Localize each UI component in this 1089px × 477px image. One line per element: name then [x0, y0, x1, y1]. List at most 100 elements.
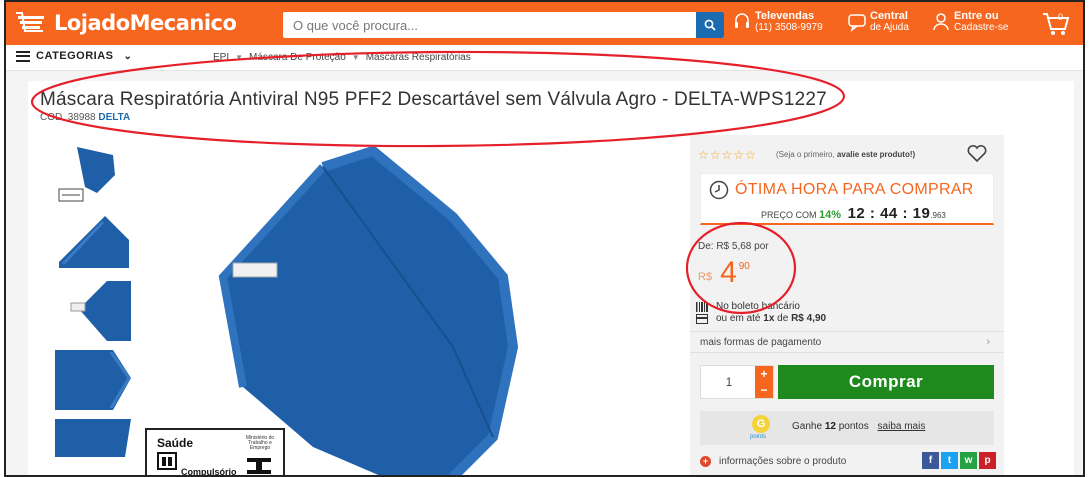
rating-stars[interactable]: ☆☆☆☆☆ — [698, 148, 757, 162]
installment-row: ou em até 1x de R$ 4,90 — [696, 313, 826, 324]
product-code-number: COD. 38988 — [40, 112, 96, 123]
thumbnail-1[interactable] — [55, 141, 131, 205]
logo-cart-icon — [16, 11, 50, 35]
installment-prefix: ou em até — [716, 313, 761, 324]
rating-text-prefix: (Seja o primeiro, — [776, 150, 835, 159]
seal-sub: Compulsório — [181, 467, 237, 477]
quantity-stepper: + − — [700, 365, 774, 399]
plus-circle-icon: + — [700, 456, 711, 467]
more-payment-options[interactable]: mais formas de pagamento › — [690, 331, 1004, 353]
points-learn-more-link[interactable]: saiba mais — [878, 421, 926, 432]
breadcrumb-item-epi[interactable]: EPI — [213, 52, 229, 63]
quantity-decrease-button[interactable]: − — [755, 382, 773, 398]
breadcrumb-item-mascaras-respiratorias[interactable]: Máscaras Respiratórias — [366, 52, 471, 63]
clock-icon — [709, 180, 729, 200]
logo-text: LojadoMecanico — [54, 11, 237, 35]
thumbnail-list — [55, 141, 131, 475]
main-content: Máscara Respiratória Antiviral N95 PFF2 … — [6, 71, 1083, 477]
televendas-title: Televendas — [755, 10, 815, 22]
chevron-down-icon: ⌄ — [123, 50, 133, 62]
rating-text-cta: avalie este produto!) — [836, 150, 916, 159]
browser-page: LojadoMecanico Televendas (11) 3508-9979… — [4, 0, 1085, 477]
seal-title: Saúde — [157, 436, 194, 450]
televendas-link[interactable]: Televendas (11) 3508-9979 — [733, 11, 823, 33]
installment-mid: de — [777, 313, 789, 324]
boleto-row: No boleto bancário — [696, 301, 800, 312]
more-payment-label: mais formas de pagamento — [700, 337, 822, 348]
countdown-ms: .963 — [930, 211, 946, 220]
pinterest-icon[interactable]: p — [979, 452, 996, 469]
quantity-input[interactable] — [701, 366, 757, 398]
login-sub: Cadastre-se — [954, 22, 1009, 33]
help-center-link[interactable]: Central de Ajuda — [848, 11, 909, 33]
points-text: Ganhe 12 pontos saiba mais — [792, 421, 925, 432]
heart-icon[interactable] — [966, 143, 988, 163]
points-brand-label: points — [750, 434, 767, 440]
cart-count: 0 — [1058, 12, 1063, 22]
chevron-right-icon: › — [986, 336, 990, 348]
quantity-increase-button[interactable]: + — [755, 366, 773, 382]
product-card: Máscara Respiratória Antiviral N95 PFF2 … — [28, 81, 1074, 477]
points-coin-icon: G — [752, 415, 770, 433]
seal-emblem-icon — [157, 452, 177, 470]
best-time-to-buy-box: ÓTIMA HORA PARA COMPRAR PREÇO COM 14% 12… — [700, 173, 994, 225]
search-box — [283, 12, 724, 38]
share-buttons: f t w p — [922, 452, 996, 469]
current-price: R$ 4 90 — [698, 257, 750, 289]
buy-button[interactable]: Comprar — [778, 365, 994, 399]
product-info-label: informações sobre o produto — [719, 456, 847, 467]
points-box: G points Ganhe 12 pontos saiba mais — [700, 411, 994, 445]
login-title: Entre ou — [954, 10, 999, 22]
cart-button[interactable]: 0 — [1041, 9, 1071, 37]
installment-value: R$ 4,90 — [791, 313, 827, 324]
site-header: LojadoMecanico Televendas (11) 3508-9979… — [6, 2, 1083, 45]
price-decimal: 90 — [738, 261, 750, 272]
thumbnail-4[interactable] — [55, 348, 131, 412]
breadcrumb-dropdown-icon: ▼ — [235, 53, 244, 62]
countdown-timer: 12 : 44 : 19 — [847, 205, 931, 222]
inmetro-seal: Saúde Ministério do Trabalho e Emprego C… — [145, 428, 285, 477]
search-input[interactable] — [283, 12, 693, 38]
category-bar: CATEGORIAS ⌄ EPI ▼ Máscara De Proteção ▼… — [6, 45, 1083, 71]
whatsapp-icon[interactable]: w — [960, 452, 977, 469]
credit-card-icon — [696, 313, 708, 324]
installment-count: 1x — [763, 313, 775, 324]
countdown-line: PREÇO COM 14% 12 : 44 : 19.963 — [761, 205, 946, 222]
breadcrumb-dropdown-icon: ▼ — [351, 53, 360, 62]
login-link[interactable]: Entre ou Cadastre-se — [932, 11, 1008, 33]
barcode-icon — [696, 301, 708, 312]
price-integer: 4 — [720, 256, 737, 289]
breadcrumb: EPI ▼ Máscara De Proteção ▼ Máscaras Res… — [213, 52, 471, 63]
hamburger-icon — [16, 50, 30, 62]
thumbnail-3[interactable] — [55, 279, 131, 343]
best-time-title: ÓTIMA HORA PARA COMPRAR — [709, 180, 974, 200]
product-brand-link[interactable]: DELTA — [98, 112, 130, 123]
site-logo[interactable]: LojadoMecanico — [16, 8, 237, 38]
product-title: Máscara Respiratória Antiviral N95 PFF2 … — [40, 89, 827, 110]
categories-menu-button[interactable]: CATEGORIAS ⌄ — [16, 50, 132, 62]
points-value: 12 — [824, 421, 836, 432]
chat-bubble-icon — [848, 14, 866, 32]
twitter-icon[interactable]: t — [941, 452, 958, 469]
help-center-title: Central — [870, 10, 908, 22]
product-info-link[interactable]: + informações sobre o produto — [700, 456, 846, 467]
old-price: De: R$ 5,68 por — [698, 241, 769, 252]
seal-ministry: Ministério do Trabalho e Emprego — [245, 435, 275, 451]
headset-icon — [735, 13, 749, 28]
discount-percent: 14% — [819, 209, 842, 221]
thumbnail-5[interactable] — [55, 417, 131, 475]
purchase-panel: ☆☆☆☆☆ (Seja o primeiro, avalie este prod… — [690, 135, 1004, 475]
search-icon — [704, 19, 716, 31]
boleto-text: No boleto bancário — [716, 301, 800, 312]
best-time-title-text: ÓTIMA HORA PARA COMPRAR — [735, 181, 974, 198]
breadcrumb-item-mascara-protecao[interactable]: Máscara De Proteção — [249, 52, 346, 63]
facebook-icon[interactable]: f — [922, 452, 939, 469]
televendas-phone: (11) 3508-9979 — [755, 22, 823, 33]
search-button[interactable] — [696, 12, 724, 38]
rating-text[interactable]: (Seja o primeiro, avalie este produto!) — [776, 150, 915, 159]
thumbnail-2[interactable] — [55, 210, 131, 274]
points-suffix: pontos — [838, 421, 869, 432]
inmetro-logo-icon — [247, 458, 271, 474]
product-code: COD. 38988 DELTA — [40, 112, 130, 123]
price-currency: R$ — [698, 271, 713, 283]
